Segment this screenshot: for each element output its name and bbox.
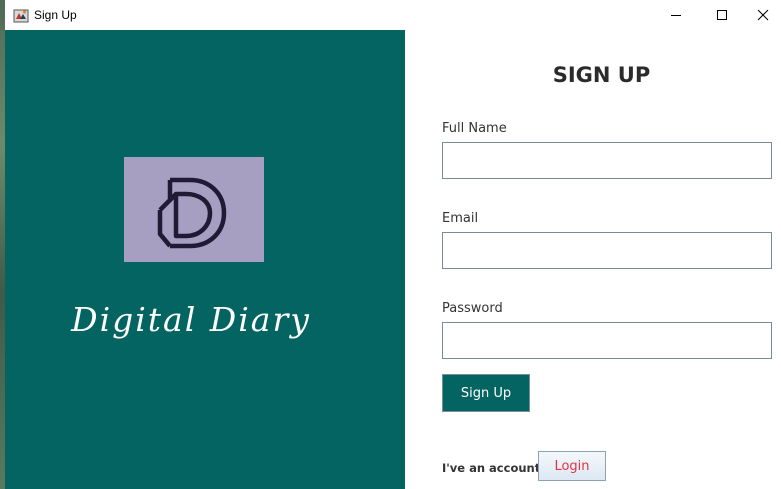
maximize-button[interactable] [699,0,745,30]
brand-name: Digital Diary [71,300,311,339]
login-button[interactable]: Login [538,451,606,481]
email-input[interactable] [442,232,772,269]
email-label: Email [442,211,479,226]
logo-box [124,157,264,262]
close-button[interactable] [745,0,781,30]
full-name-input[interactable] [442,142,772,179]
close-icon [757,9,769,21]
signup-form-panel: SIGN UP Full Name Email Password Sign Up… [405,30,781,489]
window-title: Sign Up [34,8,77,22]
minimize-icon [671,15,681,16]
double-d-logo-icon [157,177,227,248]
java-app-icon [13,7,29,23]
branding-panel: Digital Diary [5,30,405,489]
sign-up-button[interactable]: Sign Up [442,374,530,412]
password-input[interactable] [442,322,772,359]
account-prompt: I've an account [442,461,541,475]
maximize-icon [717,10,727,20]
signup-window: Sign Up Digital Diary SIGN UP Full Name … [5,0,781,489]
full-name-label: Full Name [442,121,507,136]
minimize-button[interactable] [653,0,699,30]
title-bar[interactable]: Sign Up [5,0,781,30]
form-heading: SIGN UP [552,63,651,87]
password-label: Password [442,301,503,316]
